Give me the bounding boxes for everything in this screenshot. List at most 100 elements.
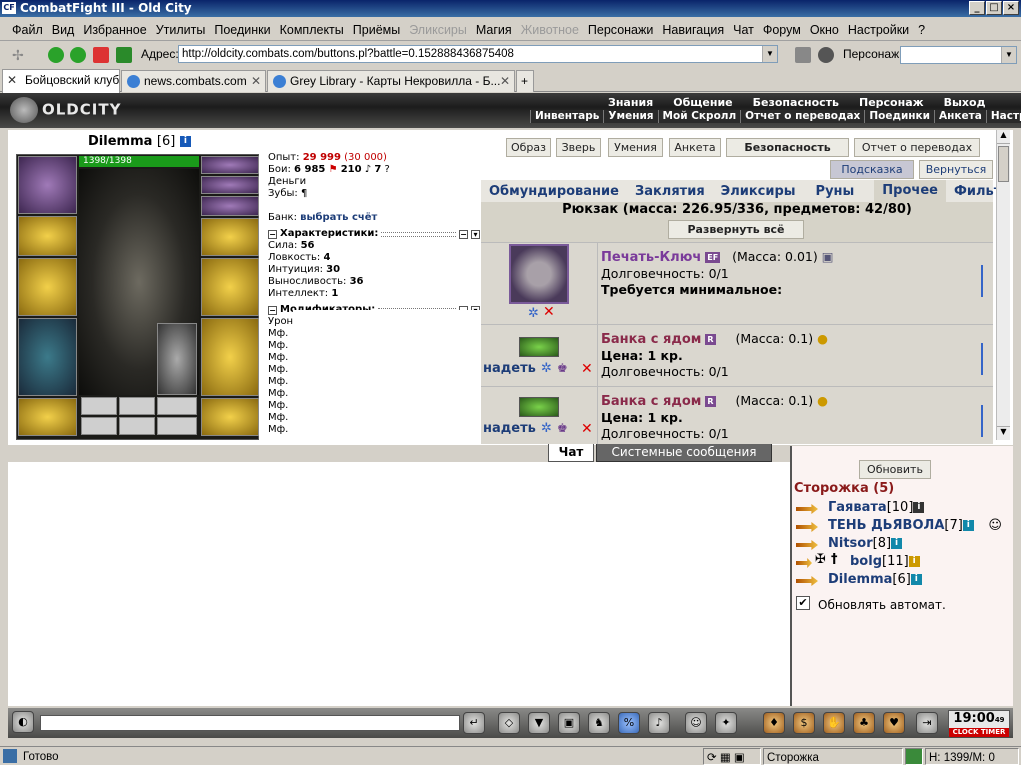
ring-row-slot[interactable] (201, 196, 259, 216)
menu-help[interactable]: ? (918, 23, 925, 37)
menu-window[interactable]: Окно (810, 23, 839, 37)
menu-settings[interactable]: Настройки (848, 23, 909, 37)
tab-combats[interactable]: ✕ Бойцовский клуб (2, 69, 120, 93)
stop-icon[interactable] (93, 47, 109, 63)
subnav-settings[interactable]: Настро (985, 110, 1021, 123)
friends-icon[interactable]: ♥ (883, 712, 905, 734)
close-icon[interactable]: ✕ (7, 70, 17, 90)
enter-icon[interactable]: ↵ (463, 712, 485, 734)
subnav-fights[interactable]: Поединки (864, 110, 934, 123)
go-icon[interactable] (795, 47, 811, 63)
exit-icon[interactable]: ⇥ (916, 712, 938, 734)
close-icon[interactable]: ✕ (251, 71, 261, 91)
info-icon[interactable]: i (891, 538, 903, 549)
helmet-slot[interactable] (18, 156, 77, 214)
belt-slot[interactable] (18, 398, 77, 436)
info-icon[interactable]: i (910, 574, 922, 585)
armor-slot[interactable] (18, 318, 77, 396)
character-select[interactable]: ▼ (900, 46, 1017, 64)
speaker-icon[interactable]: ◐ (12, 711, 34, 733)
menu-characters[interactable]: Персонажи (588, 23, 653, 37)
tab-system-messages[interactable]: Системные сообщения (596, 444, 772, 462)
nav-communication[interactable]: Общение (663, 96, 742, 109)
earring-slot[interactable] (201, 156, 259, 174)
new-tab-button[interactable]: + (516, 70, 534, 92)
sort-arrow-icon[interactable] (981, 405, 987, 437)
menu-view[interactable]: Вид (52, 23, 75, 37)
menu-chat[interactable]: Чат (733, 23, 754, 37)
tab-runes[interactable]: Руны (808, 184, 863, 199)
amulet-slot[interactable] (201, 176, 259, 194)
refresh-button[interactable]: Обновить (859, 460, 931, 479)
menu-utilities[interactable]: Утилиты (156, 23, 206, 37)
subnav-transfers[interactable]: Отчет о переводах (740, 110, 864, 123)
info-icon[interactable]: i (913, 502, 925, 513)
item-name[interactable]: Печать-Ключ (601, 250, 701, 265)
wear-link[interactable]: надеть (483, 361, 536, 376)
shirt-icon[interactable]: ♚ (557, 361, 568, 375)
tab-spells[interactable]: Заклятия (627, 184, 713, 199)
chevron-down-icon[interactable]: ▼ (762, 46, 777, 62)
sound-icon[interactable]: ♪ (648, 712, 670, 734)
ring-slot-6[interactable] (157, 417, 197, 435)
legs-slot[interactable] (201, 318, 259, 396)
clan-chat-icon[interactable]: ✦ (715, 712, 737, 734)
smile-icon[interactable]: ☺ (685, 712, 707, 734)
menu-navigation[interactable]: Навигация (662, 23, 724, 37)
translit-icon[interactable]: % (618, 712, 640, 734)
gloves-slot[interactable] (201, 218, 259, 256)
tab-equipment[interactable]: Обмундирование (481, 184, 627, 199)
tab-chat[interactable]: Чат (548, 444, 594, 462)
player-row[interactable]: ТЕНЬ ДЬЯВОЛА[7] i ☺ (828, 518, 1002, 533)
subnav-inventory[interactable]: Инвентарь (530, 110, 603, 123)
back-button[interactable]: Вернуться (919, 160, 993, 179)
maximize-button[interactable]: □ (986, 1, 1002, 15)
snowflake-icon[interactable]: ✲ (541, 421, 552, 436)
nav-exit[interactable]: Выход (934, 96, 996, 109)
subnav-scroll[interactable]: Мой Скролл (657, 110, 741, 123)
subnav-profile[interactable]: Анкета (934, 110, 986, 123)
info-icon[interactable]: i (908, 556, 920, 567)
transfers-button[interactable]: Отчет о переводах (854, 138, 980, 157)
menu-magic[interactable]: Магия (476, 23, 512, 37)
address-input[interactable]: http://oldcity.combats.com/buttons.pl?ba… (178, 45, 778, 63)
close-icon[interactable]: ✕ (500, 71, 510, 91)
player-row[interactable]: bolg[11] i (850, 554, 920, 569)
skills-button[interactable]: Умения (608, 138, 663, 157)
subnav-skills[interactable]: Умения (603, 110, 657, 123)
player-row[interactable]: Гаявата[10] i (828, 500, 925, 515)
ring-slot-4[interactable] (81, 417, 117, 435)
menu-techniques[interactable]: Приёмы (353, 23, 400, 37)
fighter-icon[interactable]: ♞ (588, 712, 610, 734)
eraser-icon[interactable]: ◇ (498, 712, 520, 734)
filter-icon[interactable]: ▼ (528, 712, 550, 734)
nav-character[interactable]: Персонаж (849, 96, 934, 109)
add-friend-icon[interactable]: ☺ (988, 518, 1002, 533)
chat-input[interactable] (40, 715, 460, 731)
expand-all-button[interactable]: Развернуть всё (668, 220, 804, 239)
wear-link[interactable]: надеть (483, 421, 536, 436)
delete-icon[interactable]: ✕ (581, 361, 593, 377)
beast-button[interactable]: Зверь (556, 138, 601, 157)
tab-other[interactable]: Прочее (874, 180, 946, 202)
chevron-down-icon[interactable]: ▼ (1001, 47, 1016, 63)
tab-grey-library[interactable]: Grey Library - Карты Некровилла - Б... ✕ (267, 70, 515, 92)
group-icon[interactable]: ♣ (853, 712, 875, 734)
obraz-button[interactable]: Образ (506, 138, 551, 157)
menu-fights[interactable]: Поединки (214, 23, 270, 37)
nav-security[interactable]: Безопасность (743, 96, 849, 109)
tab-elixirs[interactable]: Эликсиры (713, 184, 804, 199)
player-row[interactable]: Dilemma[6] i (828, 572, 922, 587)
scroll-thumb[interactable] (998, 146, 1009, 182)
bag-icon[interactable]: ♦ (763, 712, 785, 734)
menu-favorites[interactable]: Избранное (83, 23, 146, 37)
save-log-icon[interactable]: ▣ (558, 712, 580, 734)
weapon-slot[interactable] (18, 258, 77, 316)
hint-button[interactable]: Подсказка (830, 160, 914, 179)
boots-slot[interactable] (201, 398, 259, 436)
minimize-button[interactable]: _ (969, 1, 985, 15)
shield-slot[interactable] (201, 258, 259, 316)
chat-area[interactable] (8, 462, 790, 706)
item-name[interactable]: Банка с ядом (601, 332, 701, 347)
info-icon[interactable]: i (179, 136, 191, 147)
